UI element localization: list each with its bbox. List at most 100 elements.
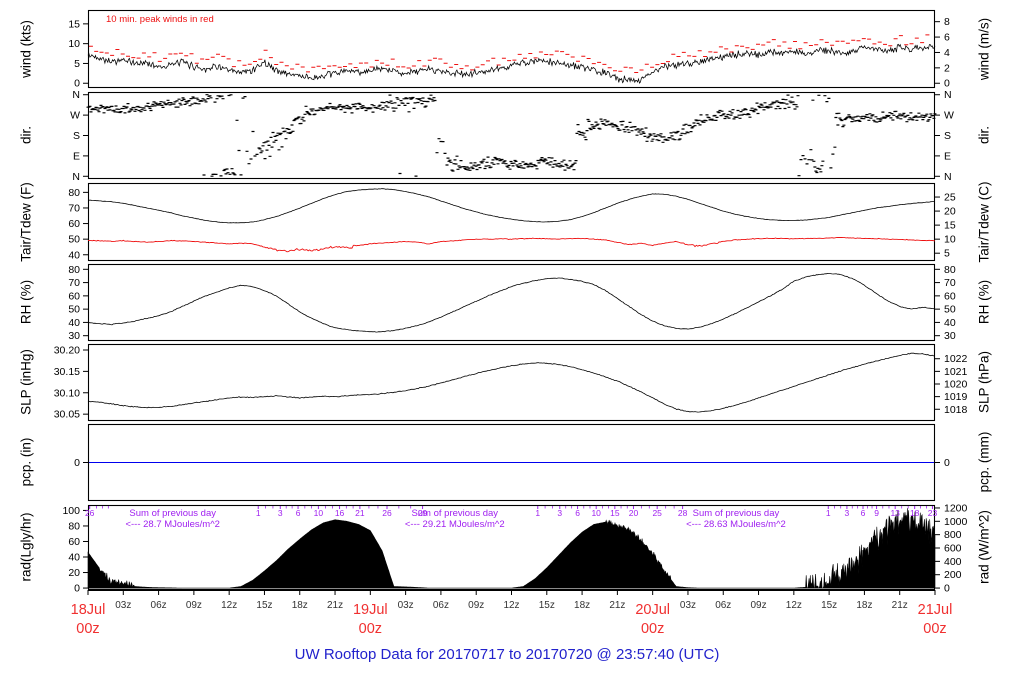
svg-text:09z: 09z bbox=[750, 600, 766, 611]
svg-text:6: 6 bbox=[296, 508, 301, 518]
svg-text:30.10: 30.10 bbox=[54, 387, 80, 399]
slp-panel: 30.05 30.10 30.15 30.20 10181019102010211022 bbox=[54, 343, 968, 422]
svg-text:15: 15 bbox=[944, 220, 956, 232]
svg-text:13: 13 bbox=[890, 508, 900, 518]
svg-text:<--- 28.63 MJoules/m^2: <--- 28.63 MJoules/m^2 bbox=[686, 519, 786, 530]
svg-text:18z: 18z bbox=[856, 600, 872, 611]
svg-text:21z: 21z bbox=[609, 600, 625, 611]
svg-text:1: 1 bbox=[826, 508, 831, 518]
svg-text:0: 0 bbox=[74, 457, 80, 469]
svg-text:10: 10 bbox=[314, 508, 324, 518]
svg-text:N: N bbox=[944, 89, 952, 101]
svg-text:<--- 28.7 MJoules/m^2: <--- 28.7 MJoules/m^2 bbox=[125, 519, 219, 530]
svg-text:0: 0 bbox=[944, 78, 950, 90]
svg-text:21z: 21z bbox=[327, 600, 343, 611]
svg-text:0: 0 bbox=[74, 78, 80, 90]
svg-text:18z: 18z bbox=[574, 600, 590, 611]
svg-text:60: 60 bbox=[68, 290, 80, 302]
svg-text:18Jul: 18Jul bbox=[71, 602, 106, 618]
svg-text:19Jul: 19Jul bbox=[353, 602, 388, 618]
svg-text:70: 70 bbox=[68, 202, 80, 214]
svg-text:30: 30 bbox=[68, 330, 80, 342]
svg-text:1000: 1000 bbox=[944, 516, 968, 528]
svg-text:800: 800 bbox=[944, 529, 962, 541]
svg-text:10 min. peak winds in red: 10 min. peak winds in red bbox=[106, 14, 214, 25]
svg-text:25: 25 bbox=[944, 192, 956, 204]
svg-text:03z: 03z bbox=[115, 600, 131, 611]
wind-panel: 0 5 10 15 0 2 4 6 8 10 min. peak winds in red bbox=[68, 9, 950, 90]
svg-text:28: 28 bbox=[678, 508, 688, 518]
svg-text:30.05: 30.05 bbox=[54, 409, 80, 421]
svg-text:30.20: 30.20 bbox=[54, 344, 80, 356]
svg-text:4: 4 bbox=[944, 47, 950, 59]
svg-text:10: 10 bbox=[591, 508, 601, 518]
svg-text:15: 15 bbox=[68, 18, 80, 30]
svg-text:70: 70 bbox=[944, 277, 956, 289]
svg-text:60: 60 bbox=[68, 218, 80, 230]
svg-text:21Jul: 21Jul bbox=[918, 602, 953, 618]
dir-panel: NWSENNWSEN bbox=[70, 89, 954, 183]
svg-text:15z: 15z bbox=[821, 600, 837, 611]
svg-text:50: 50 bbox=[68, 234, 80, 246]
svg-text:25: 25 bbox=[652, 508, 662, 518]
svg-text:18: 18 bbox=[910, 508, 920, 518]
svg-text:20Jul: 20Jul bbox=[635, 602, 670, 618]
svg-text:15z: 15z bbox=[539, 600, 555, 611]
svg-text:80: 80 bbox=[68, 520, 80, 532]
svg-text:10: 10 bbox=[944, 234, 956, 246]
svg-text:09z: 09z bbox=[186, 600, 202, 611]
svg-text:E: E bbox=[944, 150, 951, 162]
svg-text:00z: 00z bbox=[359, 621, 382, 637]
svg-text:<--- 29.21 MJoules/m^2: <--- 29.21 MJoules/m^2 bbox=[405, 519, 505, 530]
svg-text:20: 20 bbox=[944, 206, 956, 218]
svg-text:40: 40 bbox=[68, 552, 80, 564]
svg-text:1019: 1019 bbox=[944, 391, 968, 403]
svg-text:03z: 03z bbox=[398, 600, 414, 611]
svg-text:40: 40 bbox=[944, 317, 956, 329]
rh-panel: 304050607080304050607080 bbox=[68, 264, 956, 342]
svg-text:40: 40 bbox=[68, 317, 80, 329]
svg-text:6: 6 bbox=[575, 508, 580, 518]
svg-text:5: 5 bbox=[74, 58, 80, 70]
svg-text:16: 16 bbox=[335, 508, 345, 518]
svg-text:60: 60 bbox=[68, 536, 80, 548]
svg-text:5: 5 bbox=[944, 248, 950, 260]
svg-text:09z: 09z bbox=[468, 600, 484, 611]
svg-text:15: 15 bbox=[610, 508, 620, 518]
svg-text:8: 8 bbox=[944, 16, 950, 28]
svg-text:26: 26 bbox=[382, 508, 392, 518]
svg-text:1: 1 bbox=[535, 508, 540, 518]
svg-text:06z: 06z bbox=[151, 600, 167, 611]
uw-rooftop-weather-chart: 0 5 10 15 0 2 4 6 8 10 min. peak winds in red N W S E… bbox=[0, 0, 1024, 700]
svg-text:10: 10 bbox=[68, 38, 80, 50]
tair-panel: 40 50 60 70 80 5 10 15 20 25 bbox=[68, 182, 956, 261]
svg-text:23: 23 bbox=[928, 508, 938, 518]
svg-text:18z: 18z bbox=[292, 600, 308, 611]
svg-text:80: 80 bbox=[68, 187, 80, 199]
svg-text:12z: 12z bbox=[221, 600, 237, 611]
svg-text:S: S bbox=[73, 130, 80, 142]
svg-text:00z: 00z bbox=[76, 621, 99, 637]
svg-text:0: 0 bbox=[944, 583, 950, 595]
svg-text:N: N bbox=[944, 171, 952, 183]
svg-text:3: 3 bbox=[557, 508, 562, 518]
svg-text:Sum of previous day: Sum of previous day bbox=[411, 508, 498, 519]
svg-text:400: 400 bbox=[944, 556, 962, 568]
svg-text:1021: 1021 bbox=[944, 366, 968, 378]
svg-text:W: W bbox=[70, 110, 80, 122]
svg-text:12z: 12z bbox=[503, 600, 519, 611]
svg-text:9: 9 bbox=[874, 508, 879, 518]
svg-text:03z: 03z bbox=[680, 600, 696, 611]
svg-text:60: 60 bbox=[944, 290, 956, 302]
svg-text:Sum of previous day: Sum of previous day bbox=[129, 508, 216, 519]
svg-text:Sum of previous day: Sum of previous day bbox=[693, 508, 780, 519]
svg-text:2: 2 bbox=[944, 62, 950, 74]
svg-text:3: 3 bbox=[278, 508, 283, 518]
chart-canvas: 0510150246810 min. peak winds in redNWSE… bbox=[54, 9, 968, 637]
svg-text:6: 6 bbox=[861, 508, 866, 518]
svg-text:26: 26 bbox=[85, 508, 95, 518]
svg-text:0: 0 bbox=[74, 583, 80, 595]
svg-text:1200: 1200 bbox=[944, 502, 968, 514]
svg-text:W: W bbox=[944, 110, 954, 122]
svg-text:1020: 1020 bbox=[944, 378, 968, 390]
